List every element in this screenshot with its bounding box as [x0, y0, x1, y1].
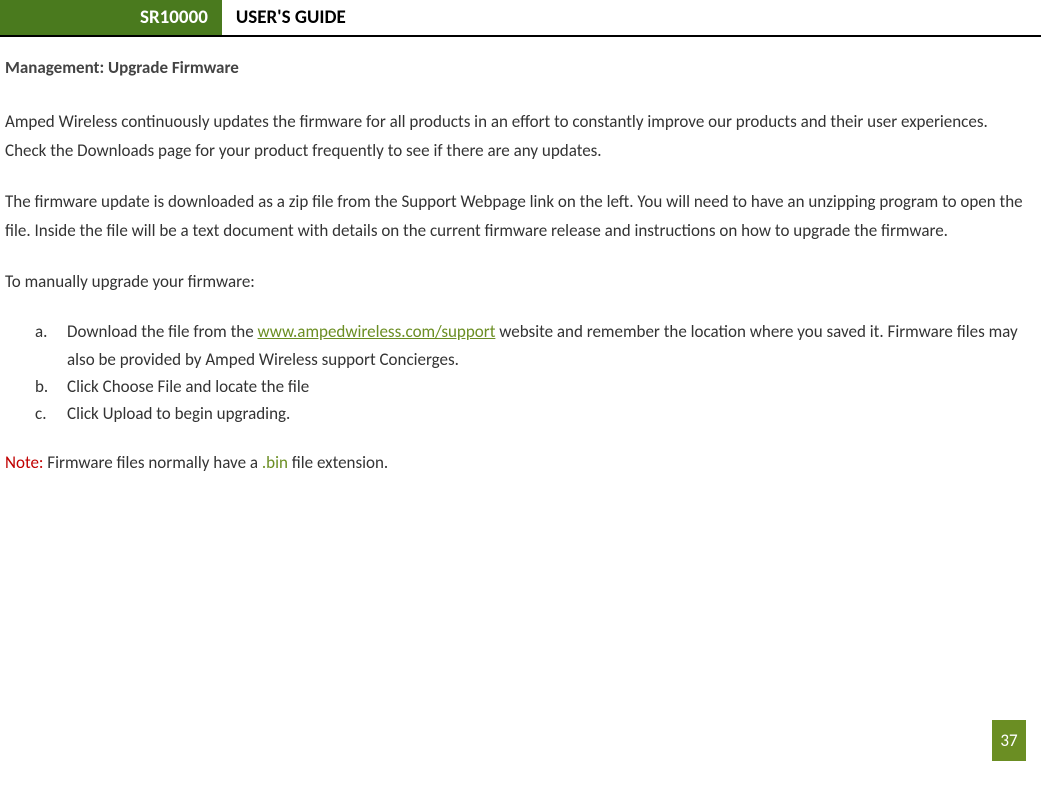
document-content: Management: Upgrade Firmware Amped Wirel…: [0, 57, 1041, 478]
text-pre: Download the file from the: [67, 321, 258, 342]
note-extension: .bin: [262, 452, 288, 473]
paragraph-3: To manually upgrade your firmware:: [5, 268, 1031, 297]
document-title: USER'S GUIDE: [222, 0, 360, 35]
list-text: Click Upload to begin upgrading.: [67, 400, 1031, 427]
list-marker: b.: [35, 373, 67, 400]
list-text: Download the file from the www.ampedwire…: [67, 318, 1031, 372]
list-marker: c.: [35, 400, 67, 427]
list-text: Click Choose File and locate the file: [67, 373, 1031, 400]
list-item-b: b. Click Choose File and locate the file: [35, 373, 1031, 400]
note-post: file extension.: [288, 452, 388, 473]
list-item-a: a. Download the file from the www.ampedw…: [35, 318, 1031, 372]
paragraph-1: Amped Wireless continuously updates the …: [5, 108, 1031, 166]
note-pre: Firmware files normally have a: [43, 452, 261, 473]
header-accent-bar: [0, 0, 20, 35]
list-marker: a.: [35, 318, 67, 372]
note-label: Note:: [5, 452, 43, 473]
section-title: Management: Upgrade Firmware: [5, 57, 1031, 78]
paragraph-2: The firmware update is downloaded as a z…: [5, 188, 1031, 246]
support-link[interactable]: www.ampedwireless.com/support: [258, 321, 496, 342]
product-model: SR10000: [20, 0, 222, 35]
page-number: 37: [992, 720, 1026, 761]
document-header: SR10000 USER'S GUIDE: [0, 0, 1041, 37]
instruction-list: a. Download the file from the www.ampedw…: [5, 318, 1031, 427]
list-item-c: c. Click Upload to begin upgrading.: [35, 400, 1031, 427]
note-paragraph: Note: Firmware files normally have a .bi…: [5, 449, 1031, 478]
